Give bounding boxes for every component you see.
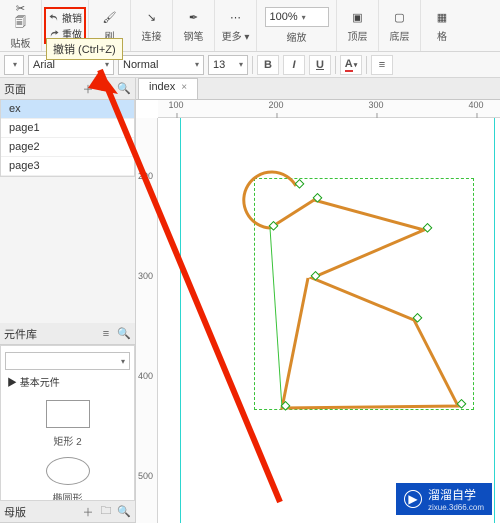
copy-icon: 🗐 — [11, 15, 31, 33]
page-list: expage1page2page3 — [0, 100, 135, 177]
widget-ellipse-label: 椭圆形 — [1, 490, 134, 501]
grid-icon: ▦ — [432, 8, 452, 26]
chevron-down-icon: ▾ — [121, 357, 125, 366]
clipboard-label: 贴板 — [11, 35, 31, 50]
watermark-subtitle: zixue.3d66.com — [428, 503, 484, 512]
pages-tab-label[interactable]: 页面 — [4, 81, 26, 97]
widget-rectangle[interactable] — [43, 397, 93, 431]
add-folder-icon[interactable]: 🗀 — [99, 505, 113, 519]
front-label: 顶层 — [348, 28, 368, 43]
chevron-down-icon: ▾ — [302, 13, 306, 22]
tab-index[interactable]: index × — [138, 78, 198, 99]
bold-button[interactable]: B — [257, 55, 279, 75]
font-style-select[interactable]: Normal ▾ — [118, 55, 204, 75]
pen-icon: ✒ — [184, 8, 204, 26]
list-button[interactable]: ≡ — [371, 55, 393, 75]
undo-arrow-icon — [48, 12, 60, 24]
more-icon: ⋯ — [226, 8, 246, 26]
italic-button[interactable]: I — [283, 55, 305, 75]
font-size-value: 13 — [213, 59, 225, 71]
play-icon: ▶ — [404, 490, 422, 508]
master-panel-header: 母版 ＋ 🗀 🔍 — [0, 501, 135, 523]
separator — [366, 56, 367, 74]
zoom-select[interactable]: 100% ▾ — [265, 7, 329, 27]
clipboard-group[interactable]: ✂ 🗐 贴板 — [0, 0, 42, 51]
font-family-value: Arial — [33, 59, 55, 71]
search-icon[interactable]: 🔍 — [117, 82, 131, 96]
scissors-icon: ✂ — [11, 2, 31, 15]
chevron-down-icon: ▾ — [195, 60, 199, 69]
undo-label: 撤销 — [62, 10, 82, 25]
menu-icon[interactable]: ≡ — [99, 327, 113, 341]
canvas-stage[interactable] — [158, 118, 500, 523]
connect-icon: ↘ — [142, 8, 162, 26]
master-tab-label[interactable]: 母版 — [4, 504, 26, 520]
page-item[interactable]: page3 — [1, 157, 134, 176]
watermark: ▶ 溜溜自学 zixue.3d66.com — [396, 483, 492, 515]
more-group[interactable]: ⋯ 更多 ▾ — [215, 0, 257, 51]
send-back-group[interactable]: ▢ 底层 — [379, 0, 421, 51]
tab-label: index — [149, 81, 175, 93]
search-icon[interactable]: 🔍 — [117, 505, 131, 519]
add-folder-icon[interactable]: 🗀 — [99, 82, 113, 96]
pages-panel-header: 页面 ＋ 🗀 🔍 — [0, 78, 135, 100]
font-color-button[interactable]: A▾ — [340, 55, 362, 75]
page-item[interactable]: ex — [1, 100, 134, 119]
page-item[interactable]: page2 — [1, 138, 134, 157]
add-page-icon[interactable]: ＋ — [81, 82, 95, 96]
undo-button[interactable]: 撤销 — [48, 10, 82, 25]
add-master-icon[interactable]: ＋ — [81, 505, 95, 519]
connect-group[interactable]: ↘ 连接 — [131, 0, 173, 51]
font-style-value: Normal — [123, 59, 158, 71]
separator — [252, 56, 253, 74]
bring-front-group[interactable]: ▣ 顶层 — [337, 0, 379, 51]
chevron-down-icon: ▾ — [239, 60, 243, 69]
underline-button[interactable]: U — [309, 55, 331, 75]
connect-label: 连接 — [142, 28, 162, 43]
lib-category[interactable]: ▶ 基本元件 — [1, 372, 134, 391]
more-label: 更多 — [222, 32, 242, 43]
chevron-down-icon: ▾ — [105, 60, 109, 69]
brush-icon: 🖌 — [100, 8, 120, 26]
watermark-title: 溜溜自学 — [428, 488, 476, 502]
widget-lib-label[interactable]: 元件库 — [4, 326, 37, 342]
grid-label: 格 — [437, 28, 447, 43]
font-size-select[interactable]: 13 ▾ — [208, 55, 248, 75]
widget-ellipse[interactable] — [43, 454, 93, 488]
pen-label: 钢笔 — [184, 28, 204, 43]
undo-tooltip: 撤销 (Ctrl+Z) — [46, 38, 123, 60]
vector-shape[interactable] — [158, 118, 500, 523]
widget-lib-body: ▾ ▶ 基本元件 矩形 2 椭圆形 — [0, 345, 135, 501]
document-tabs: index × — [136, 78, 500, 100]
pen-group[interactable]: ✒ 钢笔 — [173, 0, 215, 51]
page-item[interactable]: page1 — [1, 119, 134, 138]
separator — [335, 56, 336, 74]
send-back-icon: ▢ — [390, 8, 410, 26]
back-label: 底层 — [390, 28, 410, 43]
tab-close-icon[interactable]: × — [181, 82, 187, 93]
search-icon[interactable]: 🔍 — [117, 327, 131, 341]
chevron-down-icon: ▾ — [13, 60, 17, 69]
zoom-value: 100% — [270, 11, 298, 23]
vertical-ruler: 200300400500 — [136, 118, 158, 523]
grid-group[interactable]: ▦ 格 — [421, 0, 463, 51]
zoom-label: 缩放 — [287, 29, 307, 44]
horizontal-ruler: 100200300400 — [158, 100, 500, 118]
widget-rectangle-label: 矩形 2 — [1, 433, 134, 448]
zoom-group[interactable]: 100% ▾ 缩放 — [257, 0, 337, 51]
widget-lib-header: 元件库 ≡ 🔍 — [0, 323, 135, 345]
bring-front-icon: ▣ — [348, 8, 368, 26]
lib-select[interactable]: ▾ — [5, 352, 130, 370]
font-prefix-select[interactable]: ▾ — [4, 55, 24, 75]
